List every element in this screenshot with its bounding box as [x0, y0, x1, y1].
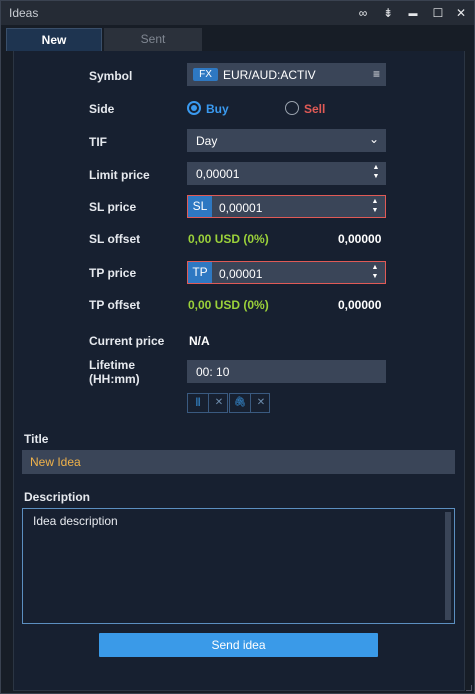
minimize-icon[interactable]: ▬	[405, 5, 421, 21]
lifetime-format-label: (HH:mm)	[89, 372, 140, 386]
tp-offset-value: 0,00000	[338, 298, 382, 312]
sl-price-input[interactable]: SL 0,00001 ▲ ▼	[187, 195, 386, 218]
sl-offset-value: 0,00000	[338, 232, 382, 246]
sl-offset-amount: 0,00 USD (0%)	[188, 232, 269, 246]
tp-badge: TP	[188, 262, 212, 283]
stepper-icon[interactable]: ▲ ▼	[370, 263, 380, 283]
resize-grip[interactable]	[466, 685, 472, 691]
limit-price-value: 0,00001	[196, 167, 240, 181]
title-label: Title	[24, 432, 49, 446]
tp-offset-amount: 0,00 USD (0%)	[188, 298, 269, 312]
ideas-window: Ideas ∞ ⇟ ▬ ☐ ✕ New Sent Symbol FX EUR/A…	[0, 0, 475, 694]
description-value: Idea description	[33, 514, 118, 528]
filter-icon[interactable]: ⇟	[380, 5, 396, 21]
sl-price-label: SL price	[89, 200, 137, 214]
stepper-icon[interactable]: ▲ ▼	[370, 197, 380, 217]
remove-chart-icon[interactable]: ✕	[209, 394, 229, 412]
current-price-label: Current price	[89, 334, 165, 348]
close-icon[interactable]: ✕	[453, 5, 469, 21]
tab-new[interactable]: New	[6, 28, 102, 51]
remove-file-icon[interactable]: ✕	[251, 394, 271, 412]
sl-price-value: 0,00001	[219, 201, 263, 215]
description-label: Description	[24, 490, 91, 504]
description-textarea[interactable]: Idea description	[22, 508, 455, 624]
chart-attachment-control: ⫴ ✕	[187, 393, 228, 413]
limit-price-label: Limit price	[89, 168, 150, 182]
tif-value: Day	[196, 134, 218, 148]
chart-icon[interactable]: ⫴	[188, 394, 208, 412]
tp-price-input[interactable]: TP 0,00001 ▲ ▼	[187, 261, 386, 284]
send-idea-button[interactable]: Send idea	[99, 633, 378, 657]
limit-price-input[interactable]: 0,00001 ▲ ▼	[187, 162, 386, 185]
current-price-value: N/A	[189, 334, 210, 348]
sell-radio[interactable]	[285, 101, 299, 115]
lifetime-input[interactable]: 00: 10	[187, 360, 386, 383]
list-menu-icon[interactable]: ≡	[373, 67, 380, 81]
description-scrollbar[interactable]	[445, 512, 451, 620]
fx-badge: FX	[193, 68, 218, 81]
paperclip-icon[interactable]: 🖇	[230, 394, 250, 412]
title-input[interactable]: New Idea	[22, 450, 455, 474]
sell-label[interactable]: Sell	[304, 102, 325, 116]
symbol-value: EUR/AUD:ACTIV	[223, 68, 316, 82]
chevron-down-icon: ⌄	[368, 132, 379, 146]
lifetime-label: Lifetime	[89, 358, 136, 372]
title-value: New Idea	[30, 455, 81, 469]
tp-price-label: TP price	[89, 266, 137, 280]
window-title: Ideas	[9, 6, 39, 20]
side-label: Side	[89, 102, 115, 116]
tif-label: TIF	[89, 135, 107, 149]
tab-sent[interactable]: Sent	[104, 28, 202, 51]
tab-bar: New Sent	[6, 28, 469, 51]
link-icon[interactable]: ∞	[355, 5, 371, 21]
lifetime-value: 00: 10	[196, 365, 230, 379]
maximize-icon[interactable]: ☐	[430, 5, 446, 21]
buy-radio[interactable]	[187, 101, 201, 115]
tp-price-value: 0,00001	[219, 267, 263, 281]
symbol-field[interactable]: FX EUR/AUD:ACTIV ≡	[187, 63, 386, 86]
symbol-label: Symbol	[89, 69, 133, 83]
buy-label[interactable]: Buy	[206, 102, 229, 116]
sl-badge: SL	[188, 196, 212, 217]
tp-offset-label: TP offset	[89, 298, 141, 312]
title-bar: Ideas ∞ ⇟ ▬ ☐ ✕	[1, 1, 474, 25]
stepper-icon[interactable]: ▲ ▼	[371, 163, 381, 183]
tif-select[interactable]: Day ⌄	[187, 129, 386, 152]
file-attachment-control: 🖇 ✕	[229, 393, 270, 413]
sl-offset-label: SL offset	[89, 232, 141, 246]
